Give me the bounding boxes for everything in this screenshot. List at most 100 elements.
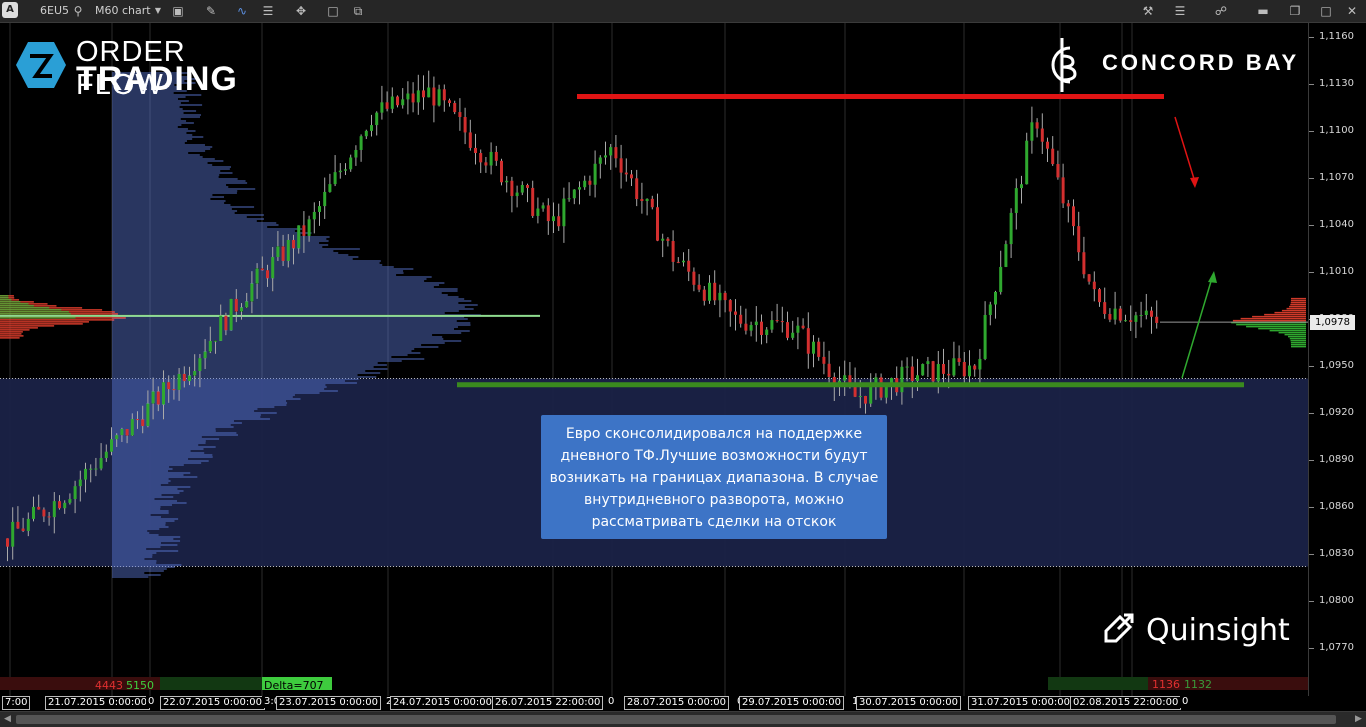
app-logo-icon[interactable]: A xyxy=(2,2,18,18)
candle-body xyxy=(1009,212,1013,245)
candle-body xyxy=(817,341,821,357)
current-price-tag: 1,0978 xyxy=(1310,315,1355,330)
bullish-arrow-icon xyxy=(1208,271,1217,283)
candle-body xyxy=(1087,274,1091,282)
candle-body xyxy=(338,170,342,173)
candle-body xyxy=(630,174,633,179)
price-tick-mark xyxy=(1309,366,1314,367)
candle-body xyxy=(1040,128,1044,142)
link-icon[interactable]: ☍ xyxy=(1213,3,1229,19)
candle-body xyxy=(453,103,457,113)
scroll-thumb[interactable] xyxy=(16,715,1336,724)
maximize-icon[interactable]: □ xyxy=(1318,3,1334,19)
candle-body xyxy=(702,289,706,301)
line-chart-icon[interactable]: ∿ xyxy=(234,3,250,19)
candle-body xyxy=(52,501,56,518)
time-tick-label: 0 xyxy=(1180,696,1191,708)
candle-body xyxy=(193,370,197,376)
price-tick-label: 1,0860 xyxy=(1319,501,1354,512)
minimize-icon[interactable]: ▬ xyxy=(1255,3,1271,19)
right-sell-volume: 1136 xyxy=(1152,678,1180,691)
new-window-icon[interactable]: ⧉ xyxy=(350,3,366,19)
candle-body xyxy=(354,149,358,158)
candle-body xyxy=(1118,308,1122,321)
price-tick-mark xyxy=(1309,272,1314,273)
candle-body xyxy=(952,358,956,376)
price-axis[interactable]: 1,1160 1,1130 1,1100 1,1070 1,1040 1,1010 1,09… xyxy=(1308,23,1366,696)
candle-body xyxy=(604,155,607,158)
pencil-icon[interactable]: ✎ xyxy=(203,3,219,19)
chart-plot-area[interactable] xyxy=(0,23,1308,696)
list-icon[interactable]: ☰ xyxy=(260,3,276,19)
candle-body xyxy=(224,315,228,331)
candle-body xyxy=(708,282,711,301)
candle-body xyxy=(640,199,644,202)
price-tick-mark xyxy=(1309,554,1314,555)
candle-body xyxy=(380,102,384,113)
candle-body xyxy=(552,216,555,222)
candle-body xyxy=(780,321,784,323)
candle-body xyxy=(760,321,763,335)
candle-body xyxy=(578,187,581,190)
time-tick-label: 7:00 xyxy=(2,696,31,710)
candle-body xyxy=(624,172,628,175)
search-icon[interactable]: ⚲ xyxy=(70,3,86,19)
bullish-arrow-line xyxy=(1181,277,1213,379)
candlestick-chart xyxy=(0,23,1308,696)
price-tick-label: 1,0950 xyxy=(1319,360,1354,371)
candle-body xyxy=(318,206,321,212)
candle-body xyxy=(687,260,691,272)
price-tick-mark xyxy=(1309,131,1314,132)
time-tick-label: 26.07.2015 22:00:00 xyxy=(492,696,604,710)
scroll-left-icon[interactable]: ◀ xyxy=(0,712,15,727)
candle-body xyxy=(177,373,181,390)
candle-body xyxy=(1113,308,1117,320)
candle-body xyxy=(1103,302,1107,314)
candle-body xyxy=(500,160,503,183)
candle-body xyxy=(1134,315,1138,322)
candle-body xyxy=(635,178,639,200)
candle-body xyxy=(812,341,815,354)
left-sell-volume: 4443 xyxy=(95,679,123,692)
candle-body xyxy=(1066,203,1070,207)
candle-body xyxy=(786,322,789,338)
candle-body xyxy=(437,89,441,106)
candle-body xyxy=(6,538,9,547)
monitor-icon[interactable]: ▣ xyxy=(170,3,186,19)
candle-body xyxy=(619,158,623,173)
candle-body xyxy=(1077,226,1081,253)
candle-body xyxy=(796,325,800,333)
candle-body xyxy=(900,366,904,393)
restore-icon[interactable]: ❐ xyxy=(1287,3,1303,19)
candle-body xyxy=(136,419,139,421)
candle-body xyxy=(676,261,680,263)
crosshair-icon[interactable]: ✥ xyxy=(293,3,309,19)
close-icon[interactable]: ✕ xyxy=(1344,3,1360,19)
candle-body xyxy=(645,198,649,202)
candle-body xyxy=(214,340,217,342)
candle-body xyxy=(921,364,925,376)
candle-body xyxy=(734,311,737,315)
window-icon[interactable]: □ xyxy=(325,3,341,19)
time-axis[interactable]: 7:00 21.07.2015 0:00:00 0 22.07.2015 0:00:0… xyxy=(0,696,1366,710)
candle-body xyxy=(546,205,550,222)
candle-body xyxy=(146,403,150,427)
candle-body xyxy=(333,172,337,185)
candle-body xyxy=(557,216,561,227)
time-tick-label: 02.08.2015 22:00:00 xyxy=(1070,696,1182,710)
tools-icon[interactable]: ⚒ xyxy=(1140,3,1156,19)
dropdown-caret-icon[interactable]: ▼ xyxy=(150,3,166,19)
candle-body xyxy=(536,208,540,216)
candle-body xyxy=(234,298,238,312)
candle-body xyxy=(84,468,87,480)
candle-body xyxy=(245,301,249,308)
horizontal-scrollbar[interactable]: ◀ ▶ xyxy=(0,711,1366,727)
price-tick-mark xyxy=(1309,648,1314,649)
candle-body xyxy=(994,291,997,305)
instrument-selector[interactable]: 6EU5 xyxy=(40,4,69,18)
candle-body xyxy=(718,292,722,301)
candle-body xyxy=(364,130,368,137)
layout-icon[interactable]: ☰ xyxy=(1172,3,1188,19)
scroll-right-icon[interactable]: ▶ xyxy=(1351,712,1366,727)
timeframe-selector[interactable]: M60 chart xyxy=(95,4,151,18)
